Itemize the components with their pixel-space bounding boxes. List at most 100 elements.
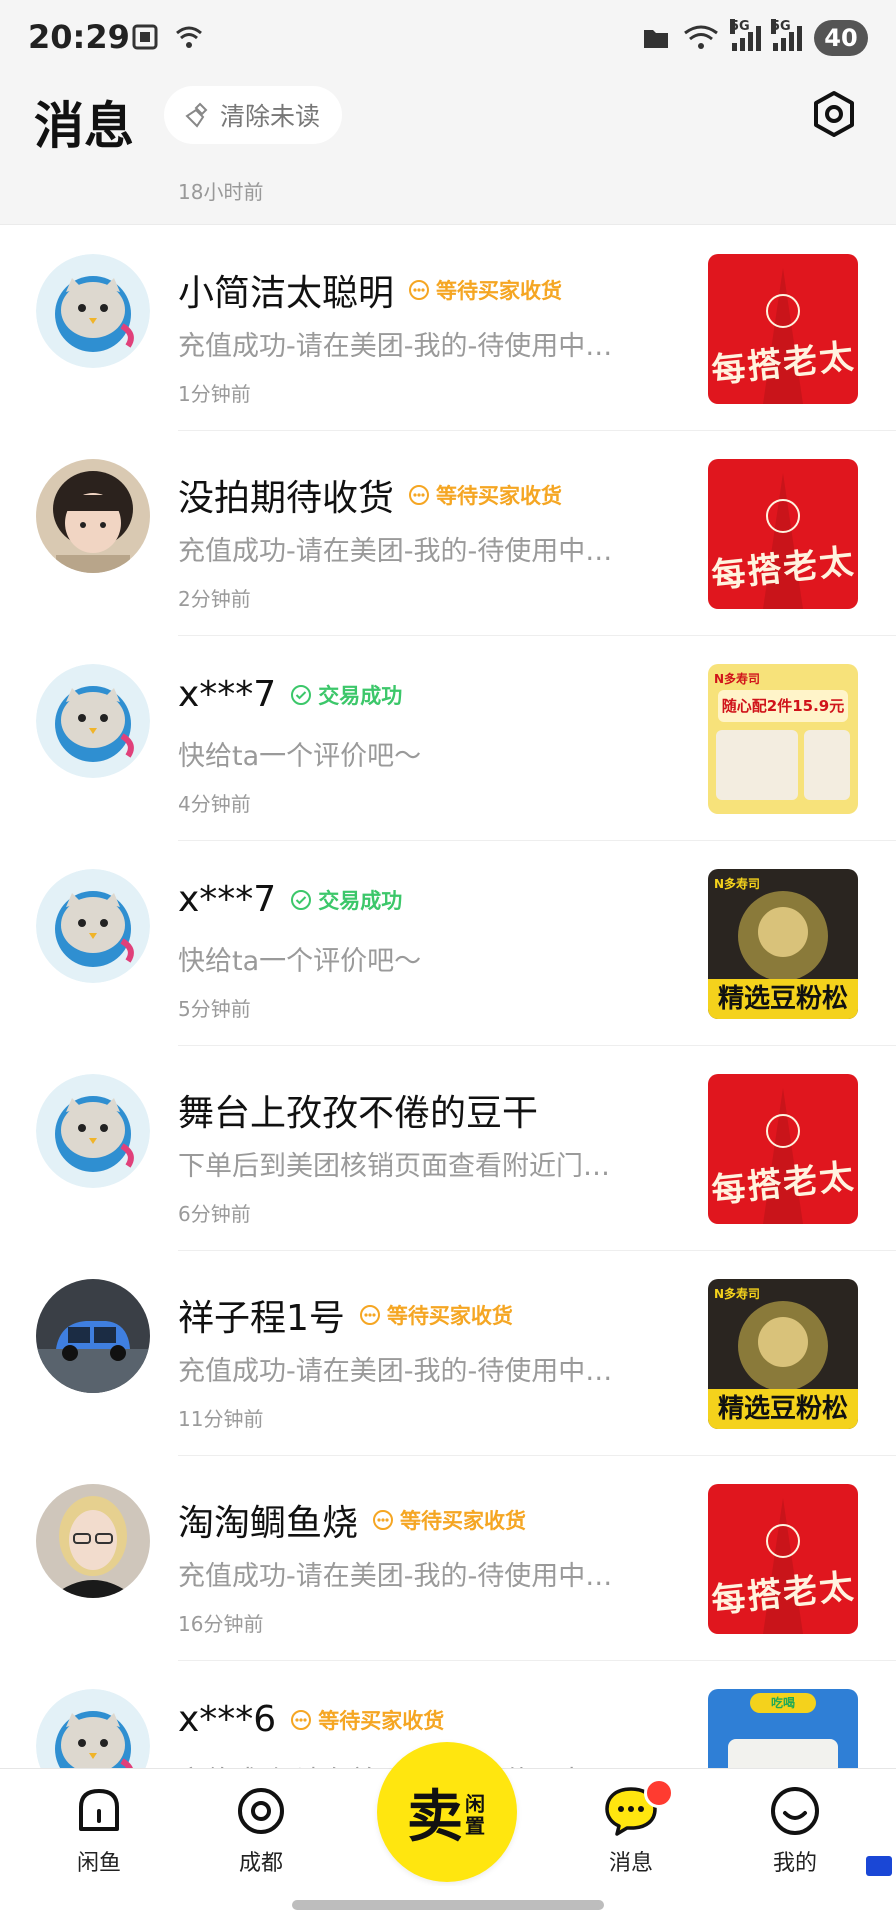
thumbnail-brand-text: 每搭老太	[709, 1566, 858, 1622]
thumbnail-brand-text: N多寿司	[714, 672, 761, 686]
message-preview: 快给ta一个评价吧～	[178, 946, 422, 977]
status-badge-label: 等待买家收货	[386, 1304, 513, 1328]
tab-profile[interactable]: 我的	[740, 1769, 850, 1887]
item-thumbnail[interactable]: 每搭老太	[708, 1484, 858, 1634]
home-indicator[interactable]	[292, 1900, 604, 1910]
sender-name: 小简洁太聪明	[178, 273, 395, 314]
message-row[interactable]: 祥子程1号 等待买家收货 充值成功-请在美团-我的-待使用中… 11分钟前 N多…	[0, 1251, 896, 1456]
status-badge: 等待买家收货	[359, 1300, 513, 1330]
smiley-face-icon	[771, 1787, 819, 1835]
wifi-question-icon	[176, 26, 202, 48]
message-list[interactable]: 小简洁太聪明 等待买家收货 充值成功-请在美团-我的-待使用中… 1分钟前 每搭…	[0, 226, 896, 1768]
floating-folder-icon[interactable]	[866, 1856, 892, 1876]
avatar[interactable]	[36, 254, 150, 368]
folder-icon	[644, 30, 668, 48]
tab-city[interactable]: 成都	[206, 1769, 316, 1887]
thumbnail-promo-text: 精选豆粉松	[708, 979, 858, 1019]
item-thumbnail[interactable]: 吃喝	[708, 1689, 858, 1768]
car-photo-avatar	[36, 1279, 150, 1393]
header: 消息 清除未读 18小时前	[0, 80, 896, 225]
message-time: 6分钟前	[178, 1202, 251, 1226]
message-row[interactable]: 舞台上孜孜不倦的豆干 下单后到美团核销页面查看附近门… 6分钟前 每搭老太	[0, 1046, 896, 1251]
item-thumbnail[interactable]: 每搭老太	[708, 459, 858, 609]
avatar[interactable]	[36, 664, 150, 778]
avatar[interactable]	[36, 1074, 150, 1188]
thumbnail-brand-text: N多寿司	[714, 877, 761, 891]
clear-unread-button[interactable]: 清除未读	[164, 86, 343, 144]
item-thumbnail[interactable]: 每搭老太	[708, 1074, 858, 1224]
item-thumbnail[interactable]: N多寿司 精选豆粉松	[708, 1279, 858, 1429]
tab-messages-label: 消息	[608, 1851, 653, 1876]
status-time: 20:29	[28, 18, 130, 56]
message-preview: 充值成功-请在美团-我的-待使用中…	[178, 1356, 613, 1387]
default-avatar-cat-icon	[36, 254, 150, 368]
tab-home[interactable]: 闲鱼	[44, 1769, 154, 1887]
broom-icon	[185, 102, 208, 128]
status-badge-label: 交易成功	[318, 888, 403, 913]
pending-dots-icon	[409, 280, 430, 300]
status-badge-label: 等待买家收货	[400, 1509, 527, 1533]
status-bar: 20:29 5G 5G 40	[0, 0, 896, 80]
message-row[interactable]: x***7 交易成功 快给ta一个评价吧～ 5分钟前 N多寿司 精选豆粉松	[0, 841, 896, 1046]
tab-city-label: 成都	[238, 1851, 283, 1876]
message-time: 2分钟前	[178, 587, 251, 611]
unread-badge-dot	[644, 1778, 674, 1808]
thumbnail-promo-text: 精选豆粉松	[708, 1389, 858, 1429]
status-badge: 等待买家收货	[372, 1505, 526, 1535]
message-preview: 充值成功-请在美团-我的-待使用中…	[178, 536, 613, 567]
thumbnail-brand-text: 每搭老太	[709, 336, 858, 392]
sender-name: x***6	[178, 1699, 277, 1740]
tab-profile-label: 我的	[772, 1851, 817, 1876]
item-thumbnail[interactable]: N多寿司 精选豆粉松	[708, 869, 858, 1019]
settings-button[interactable]	[806, 86, 862, 142]
signal-icon-1: 5G	[730, 19, 761, 51]
sender-name: x***7	[178, 674, 277, 715]
sender-name: 舞台上孜孜不倦的豆干	[178, 1093, 539, 1134]
status-badge-label: 等待买家收货	[436, 484, 563, 508]
screenshot-icon	[132, 24, 158, 50]
previous-message-time: 18小时前	[178, 180, 264, 204]
message-row[interactable]: 小简洁太聪明 等待买家收货 充值成功-请在美团-我的-待使用中… 1分钟前 每搭…	[0, 226, 896, 431]
avatar[interactable]	[36, 1279, 150, 1393]
thumbnail-brand-text: 吃喝	[750, 1693, 816, 1713]
sell-idle-button[interactable]: 卖 闲置	[377, 1742, 517, 1882]
system-navigation-area	[0, 1886, 896, 1920]
message-preview: 下单后到美团核销页面查看附近门…	[178, 1151, 610, 1182]
status-badge-label: 等待买家收货	[318, 1708, 445, 1733]
avatar[interactable]	[36, 1484, 150, 1598]
sender-name: 祥子程1号	[178, 1298, 345, 1339]
message-row[interactable]: 没拍期待收货 等待买家收货 充值成功-请在美团-我的-待使用中… 2分钟前 每搭…	[0, 431, 896, 636]
status-badge-label: 等待买家收货	[436, 279, 563, 303]
signal-icon-2: 5G	[771, 19, 802, 51]
gear-icon	[814, 91, 854, 137]
message-time: 11分钟前	[178, 1407, 264, 1431]
sender-name: x***7	[178, 879, 277, 920]
message-preview: 充值成功-请在美团-我的-待使用中…	[178, 1561, 613, 1592]
sender-name: 淘淘鲷鱼烧	[178, 1503, 359, 1544]
message-time: 16分钟前	[178, 1612, 264, 1636]
avatar[interactable]	[36, 1689, 150, 1768]
clear-unread-label: 清除未读	[220, 102, 321, 131]
check-circle-icon	[291, 684, 312, 705]
message-row[interactable]: 淘淘鲷鱼烧 等待买家收货 充值成功-请在美团-我的-待使用中… 16分钟前 每搭…	[0, 1456, 896, 1661]
location-target-icon	[238, 1788, 284, 1834]
item-thumbnail[interactable]: N多寿司 随心配2件15.9元	[708, 664, 858, 814]
message-row[interactable]: x***7 交易成功 快给ta一个评价吧～ 4分钟前 N多寿司 随心配2件15.…	[0, 636, 896, 841]
thumbnail-brand-text: N多寿司	[714, 1287, 761, 1301]
pending-dots-icon	[359, 1305, 380, 1325]
tab-home-label: 闲鱼	[76, 1851, 121, 1876]
sender-name: 没拍期待收货	[178, 478, 395, 519]
child-photo-avatar	[36, 459, 150, 573]
message-preview: 快给ta一个评价吧～	[178, 741, 422, 772]
status-badge: 交易成功	[290, 680, 402, 710]
sell-button-main-label: 卖	[407, 1784, 463, 1850]
message-time: 1分钟前	[178, 382, 251, 406]
status-badge-label: 交易成功	[318, 683, 403, 708]
woman-photo-avatar	[36, 1484, 150, 1598]
avatar[interactable]	[36, 869, 150, 983]
item-thumbnail[interactable]: 每搭老太	[708, 254, 858, 404]
message-time: 5分钟前	[178, 997, 251, 1021]
battery-indicator: 40	[814, 20, 868, 56]
avatar[interactable]	[36, 459, 150, 573]
default-avatar-cat-icon	[36, 1689, 150, 1768]
